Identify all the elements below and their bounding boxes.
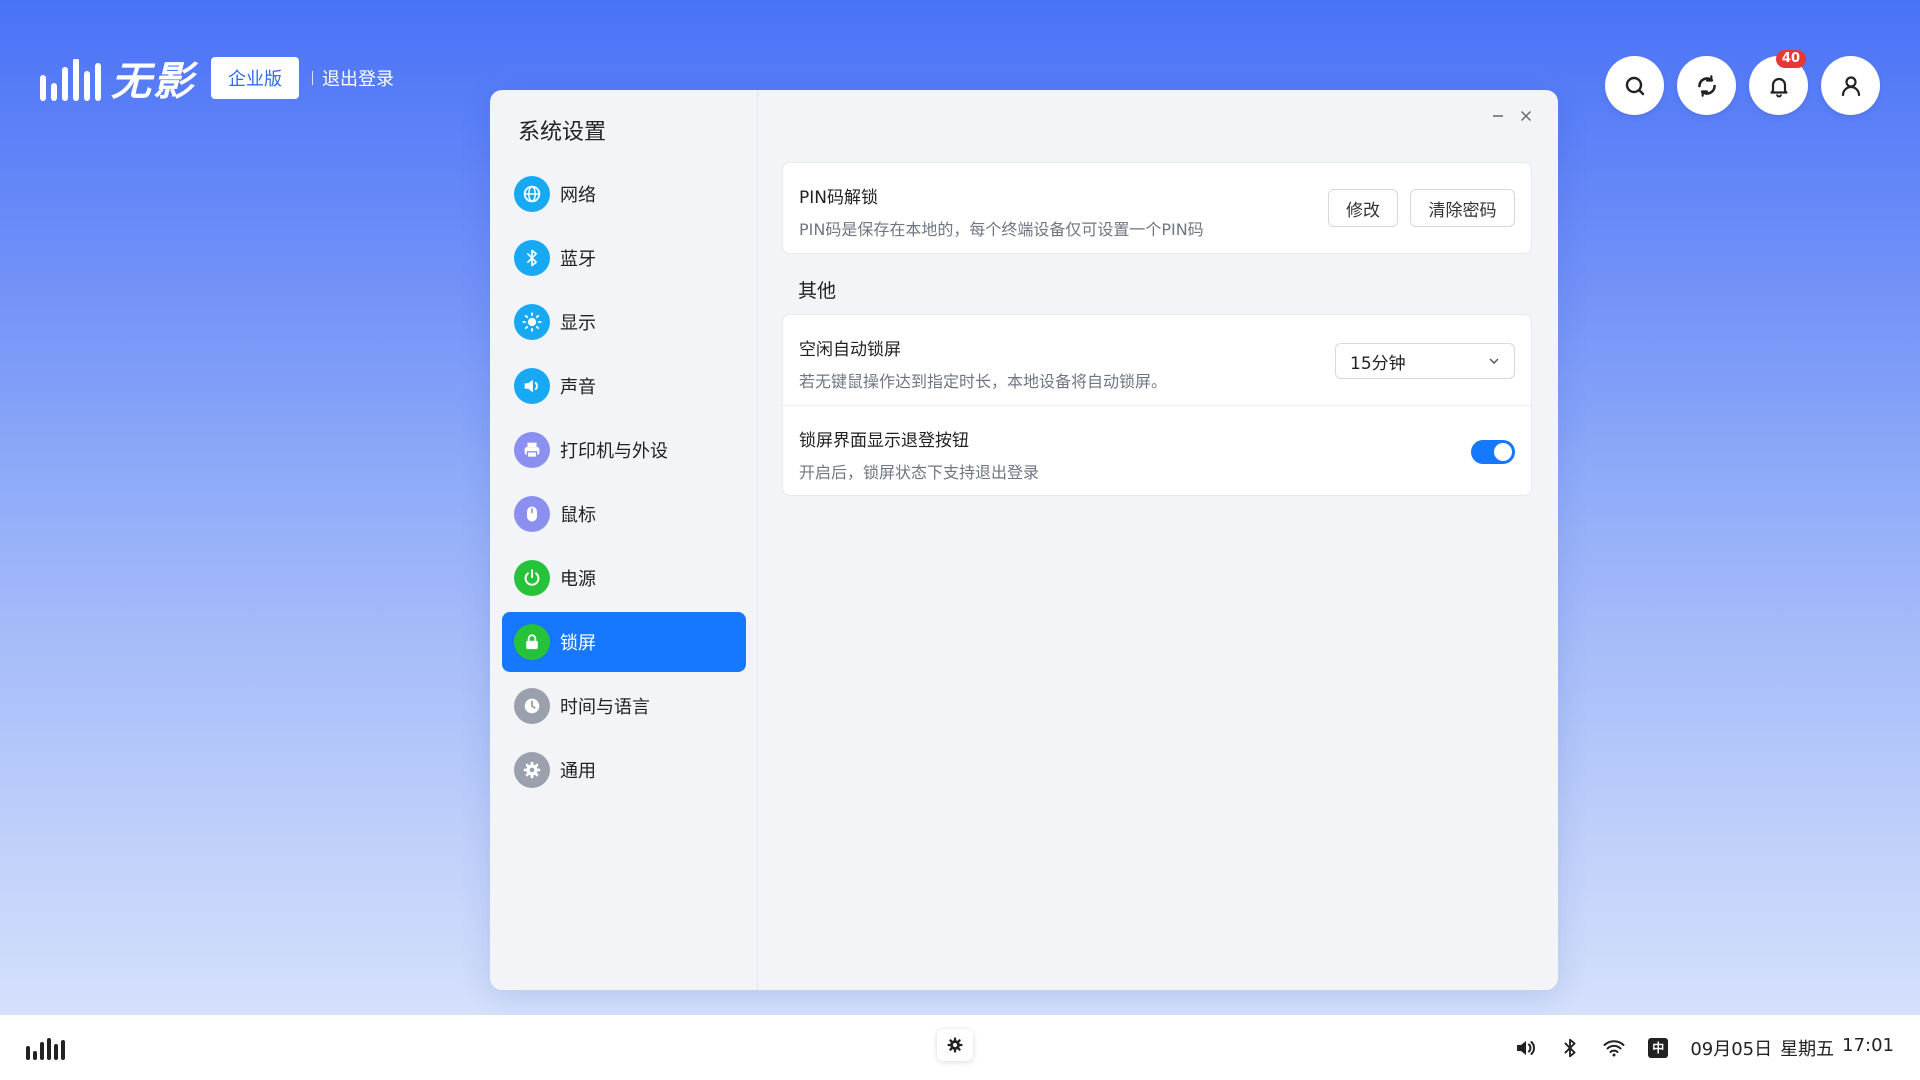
bell-icon xyxy=(1769,77,1788,97)
gear-icon xyxy=(947,1037,963,1053)
brand-logo-icon xyxy=(40,55,101,101)
sidebar-item-display[interactable]: 显示 xyxy=(502,292,746,352)
sidebar-item-label: 电源 xyxy=(560,569,596,590)
search-icon xyxy=(1625,76,1644,95)
sun-icon xyxy=(514,304,550,340)
user-button[interactable] xyxy=(1821,56,1880,115)
window-controls xyxy=(1490,108,1534,124)
user-icon xyxy=(1841,75,1860,96)
sidebar-item-label: 锁屏 xyxy=(560,633,596,654)
clock-date: 09月05日 xyxy=(1690,1038,1773,1060)
modify-pin-button[interactable]: 修改 xyxy=(1328,189,1398,227)
notification-count-badge: 40 xyxy=(1775,50,1806,68)
settings-window: 系统设置 网络 蓝牙 显示 声音 打印机与外设 鼠标 电源 锁屏 时间与语言 通… xyxy=(490,90,1558,990)
speaker-icon xyxy=(514,368,550,404)
logout-button-row: 锁屏界面显示退登按钮 开启后，锁屏状态下支持退出登录 xyxy=(783,405,1531,495)
sidebar-item-bluetooth[interactable]: 蓝牙 xyxy=(502,228,746,288)
pin-description: PIN码是保存在本地的，每个终端设备仅可设置一个PIN码 xyxy=(799,220,1204,239)
close-button[interactable] xyxy=(1518,108,1534,124)
clock-time: 17:01 xyxy=(1842,1034,1894,1056)
lock-icon xyxy=(514,624,550,660)
taskbar-settings-button[interactable] xyxy=(937,1029,973,1061)
sidebar-item-lockscreen[interactable]: 锁屏 xyxy=(502,612,746,672)
sidebar-item-label: 打印机与外设 xyxy=(560,441,668,462)
chevron-down-icon xyxy=(1489,358,1499,364)
window-title: 系统设置 xyxy=(518,120,607,145)
printer-icon xyxy=(514,432,550,468)
mouse-icon xyxy=(514,496,550,532)
brand-separator xyxy=(312,71,313,85)
wifi-icon[interactable] xyxy=(1602,1036,1626,1060)
sidebar-item-label: 声音 xyxy=(560,377,596,398)
sidebar-item-network[interactable]: 网络 xyxy=(502,164,746,224)
refresh-icon xyxy=(1697,74,1716,97)
minimize-button[interactable] xyxy=(1490,108,1506,124)
globe-icon xyxy=(514,176,550,212)
minimize-icon xyxy=(1493,115,1503,117)
gear-icon xyxy=(514,752,550,788)
power-icon xyxy=(514,560,550,596)
clock-weekday: 星期五 xyxy=(1780,1038,1835,1060)
settings-content: PIN码解锁 PIN码是保存在本地的，每个终端设备仅可设置一个PIN码 修改 清… xyxy=(758,90,1558,990)
sidebar-item-label: 显示 xyxy=(560,313,596,334)
ime-icon[interactable]: 中 xyxy=(1646,1036,1670,1060)
logout-link[interactable]: 退出登录 xyxy=(322,65,394,91)
top-actions: 40 xyxy=(1605,50,1880,115)
volume-icon[interactable] xyxy=(1514,1036,1538,1060)
idle-lock-row: 空闲自动锁屏 若无键鼠操作达到指定时长，本地设备将自动锁屏。 15分钟 xyxy=(783,315,1531,405)
idle-lock-duration-value: 15分钟 xyxy=(1350,353,1406,374)
clock[interactable]: 09月05日 星期五 17:01 xyxy=(1690,1035,1894,1061)
taskbar: 中 09月05日 星期五 17:01 xyxy=(0,1015,1920,1080)
pin-card: PIN码解锁 PIN码是保存在本地的，每个终端设备仅可设置一个PIN码 修改 清… xyxy=(782,162,1532,254)
logout-button-toggle[interactable] xyxy=(1471,440,1515,464)
logout-button-title: 锁屏界面显示退登按钮 xyxy=(799,431,969,451)
clock-icon xyxy=(514,688,550,724)
pin-title: PIN码解锁 xyxy=(799,188,878,208)
logout-button-description: 开启后，锁屏状态下支持退出登录 xyxy=(799,463,1040,482)
other-card: 空闲自动锁屏 若无键鼠操作达到指定时长，本地设备将自动锁屏。 15分钟 锁屏界面… xyxy=(782,314,1532,496)
sidebar-item-power[interactable]: 电源 xyxy=(502,548,746,608)
sidebar-item-time-language[interactable]: 时间与语言 xyxy=(502,676,746,736)
ime-label: 中 xyxy=(1648,1037,1669,1058)
bluetooth-icon xyxy=(514,240,550,276)
notifications-button[interactable]: 40 xyxy=(1749,50,1808,115)
brand: 无影 企业版 退出登录 xyxy=(40,54,394,105)
brand-name: 无影 xyxy=(111,59,195,105)
idle-lock-duration-select[interactable]: 15分钟 xyxy=(1335,343,1515,379)
search-button[interactable] xyxy=(1605,56,1664,115)
settings-sidebar: 系统设置 网络 蓝牙 显示 声音 打印机与外设 鼠标 电源 锁屏 时间与语言 通… xyxy=(490,90,758,990)
toggle-knob xyxy=(1494,443,1512,461)
system-tray: 中 09月05日 星期五 17:01 xyxy=(1514,1015,1894,1080)
sidebar-item-sound[interactable]: 声音 xyxy=(502,356,746,416)
start-logo-icon[interactable] xyxy=(26,1038,65,1060)
bluetooth-icon[interactable] xyxy=(1558,1036,1582,1060)
close-icon xyxy=(1521,111,1531,121)
section-title-other: 其他 xyxy=(798,280,837,302)
edition-badge: 企业版 xyxy=(211,57,299,99)
sidebar-item-label: 蓝牙 xyxy=(560,249,596,270)
clear-pin-button[interactable]: 清除密码 xyxy=(1410,189,1515,227)
sidebar-item-label: 通用 xyxy=(560,761,596,782)
sidebar-item-printer[interactable]: 打印机与外设 xyxy=(502,420,746,480)
sidebar-item-label: 网络 xyxy=(560,185,596,206)
sidebar-item-mouse[interactable]: 鼠标 xyxy=(502,484,746,544)
sidebar-item-general[interactable]: 通用 xyxy=(502,740,746,800)
sidebar-item-label: 时间与语言 xyxy=(560,697,650,718)
settings-nav: 网络 蓝牙 显示 声音 打印机与外设 鼠标 电源 锁屏 时间与语言 通用 xyxy=(502,164,746,804)
sidebar-item-label: 鼠标 xyxy=(560,505,596,526)
refresh-button[interactable] xyxy=(1677,56,1736,115)
pin-row: PIN码解锁 PIN码是保存在本地的，每个终端设备仅可设置一个PIN码 修改 清… xyxy=(783,163,1531,253)
